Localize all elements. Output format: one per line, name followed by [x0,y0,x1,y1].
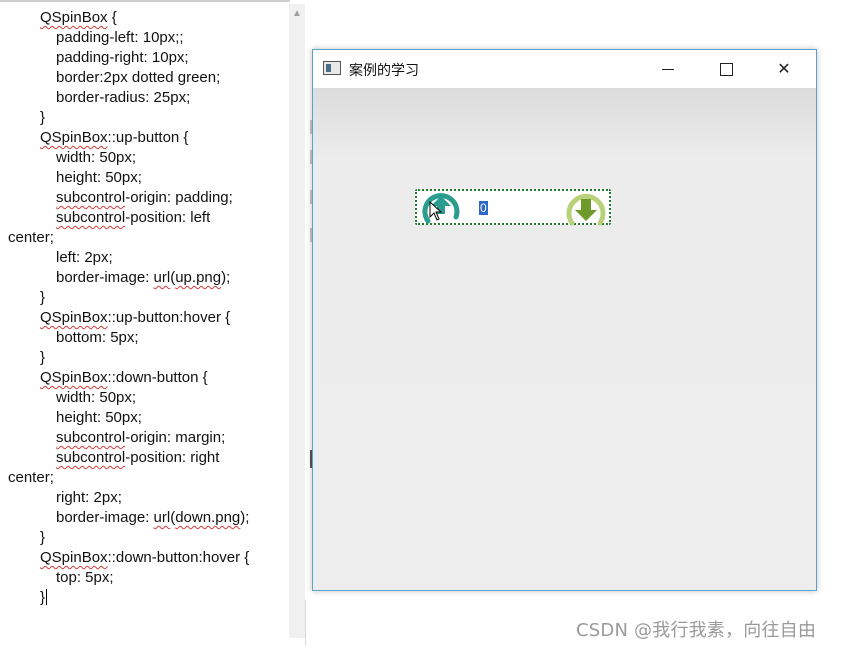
code-token: } [40,589,46,606]
code-token: ::down-button { [107,369,208,386]
qt-window: 案例的学习 ✕ 0 [312,49,817,591]
spellcheck-flagged-token: QSpinBox [40,369,108,386]
mouse-cursor-icon [429,201,443,221]
code-token: ::up-button { [107,129,189,146]
code-line: height: 50px; [0,408,288,428]
scrollbar-thumb[interactable] [291,26,303,626]
code-token: } [40,289,46,306]
spin-down-button[interactable] [564,187,608,231]
code-line: top: 5px; [0,568,288,588]
code-line: width: 50px; [0,388,288,408]
code-token: border-radius: 25px; [56,89,191,106]
code-line: padding-right: 10px; [0,48,288,68]
code-line: subcontrol-position: left [0,208,288,228]
code-token: -origin: padding; [125,189,233,206]
code-line: right: 2px; [0,488,288,508]
editor-top-border [0,0,290,2]
code-token: left: 2px; [56,249,113,266]
code-token: height: 50px; [56,169,142,186]
window-title: 案例的学习 [349,62,419,78]
maximize-icon [719,62,733,76]
minimize-icon [662,68,674,70]
code-line: left: 2px; [0,248,288,268]
code-line: border:2px dotted green; [0,68,288,88]
code-token: bottom: 5px; [56,329,139,346]
code-line: QSpinBox::down-button:hover { [0,548,288,568]
spellcheck-flagged-token: subcontrol [56,429,126,446]
spellcheck-flagged-token: QSpinBox [40,9,108,26]
text-caret [46,589,48,605]
spellcheck-flagged-token: url [153,509,171,526]
code-line: subcontrol-origin: margin; [0,428,288,448]
window-client-area: 0 [313,88,816,590]
code-token: -origin: margin; [125,429,226,446]
scroll-up-arrow-icon[interactable]: ▲ [289,4,305,22]
code-token: center; [8,469,54,486]
minimize-button[interactable] [639,50,697,88]
arrow-down-circle-icon [566,193,606,226]
code-token: padding-right: 10px; [56,49,189,66]
code-line: bottom: 5px; [0,328,288,348]
code-token: } [40,529,46,546]
code-token: height: 50px; [56,409,142,426]
spellcheck-flagged-token: QSpinBox [40,549,108,566]
code-token: ); [240,509,250,526]
code-line: width: 50px; [0,148,288,168]
code-token: right: 2px; [56,489,122,506]
code-token: } [40,349,46,366]
code-editor[interactable]: QSpinBox {padding-left: 10px;; padding-ri… [0,0,306,646]
spellcheck-flagged-token: subcontrol [56,209,126,226]
code-line: } [0,108,288,128]
code-line: center; [0,468,288,488]
code-token: top: 5px; [56,569,114,586]
code-token: { [107,9,117,26]
code-line: center; [0,228,288,248]
spin-value-text[interactable]: 0 [479,201,488,215]
code-token: -position: right [125,449,220,466]
code-token: width: 50px; [56,149,137,166]
spellcheck-flagged-token: url [153,269,171,286]
maximize-button[interactable] [697,50,755,88]
stylesheet-code[interactable]: QSpinBox {padding-left: 10px;; padding-ri… [0,8,288,608]
code-line: } [0,348,288,368]
csdn-watermark: CSDN @我行我素，向往自由 [576,620,817,641]
code-token: ::down-button:hover { [107,549,250,566]
code-line: } [0,288,288,308]
code-token: ::up-button:hover { [107,309,231,326]
code-line: } [0,588,288,608]
code-token: -position: left [125,209,211,226]
code-line: QSpinBox { [0,8,288,28]
code-token: ); [221,269,231,286]
spellcheck-flagged-token: QSpinBox [40,309,108,326]
spellcheck-flagged-token: up.png [175,269,222,286]
code-line: border-image: url(up.png); [0,268,288,288]
code-line: QSpinBox::up-button:hover { [0,308,288,328]
code-token: border-image: [56,509,154,526]
code-line: border-image: url(down.png); [0,508,288,528]
spellcheck-flagged-token: subcontrol [56,449,126,466]
code-line: } [0,528,288,548]
code-line: padding-left: 10px;; [0,28,288,48]
code-line: QSpinBox::down-button { [0,368,288,388]
code-line: height: 50px; [0,168,288,188]
close-button[interactable]: ✕ [755,50,813,88]
code-line: subcontrol-position: right [0,448,288,468]
code-token: } [40,109,46,126]
spellcheck-flagged-token: subcontrol [56,189,126,206]
spellcheck-flagged-token: QSpinBox [40,129,108,146]
code-token: border-image: [56,269,154,286]
window-titlebar[interactable]: 案例的学习 ✕ [313,50,816,88]
editor-vertical-scrollbar[interactable]: ▲ [289,4,305,638]
app-icon [323,61,341,75]
code-token: border:2px dotted green; [56,69,221,86]
code-token: center; [8,229,54,246]
code-line: border-radius: 25px; [0,88,288,108]
code-token: width: 50px; [56,389,137,406]
code-line: subcontrol-origin: padding; [0,188,288,208]
spellcheck-flagged-token: down.png [175,509,241,526]
code-line: QSpinBox::up-button { [0,128,288,148]
code-token: padding-left: 10px;; [56,29,184,46]
close-icon: ✕ [777,61,791,78]
spin-box[interactable]: 0 [415,189,611,226]
